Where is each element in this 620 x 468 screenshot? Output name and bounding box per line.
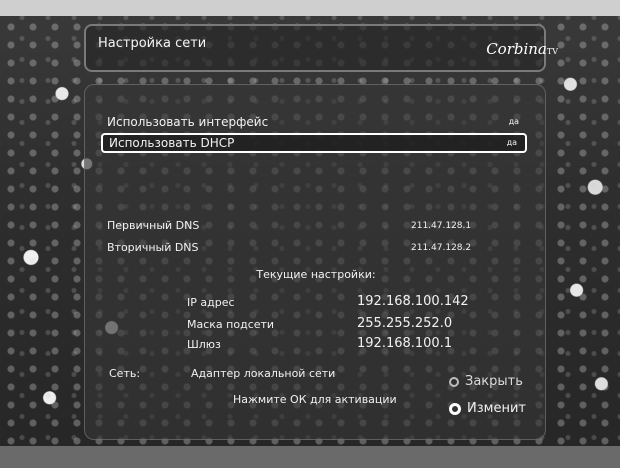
setting-label: Использовать DHCP (109, 136, 235, 150)
network-label: Сеть: (109, 367, 141, 380)
activation-hint: Нажмите ОК для активации (233, 393, 397, 406)
brand-logo: CorbinaTV (486, 40, 558, 58)
info-key: IP адрес (187, 296, 235, 309)
setting-label: Использовать интерфейс (107, 115, 269, 129)
bottom-strip (0, 446, 620, 468)
setting-use-interface[interactable]: Использовать интерфейс да (101, 113, 527, 131)
logo-text: Corbina (486, 40, 547, 58)
dns-value: 211.47.128.1 (411, 221, 472, 231)
radio-selected-icon (449, 402, 461, 415)
setting-primary-dns[interactable]: Первичный DNS 211.47.128.1 (101, 218, 527, 234)
network-row: Сеть: Адаптер локальной сети (109, 367, 335, 380)
info-key: Маска подсети (187, 318, 275, 331)
info-value: 192.168.100.142 (357, 294, 469, 309)
network-adapter: Адаптер локальной сети (191, 367, 336, 380)
dns-label: Вторичный DNS (107, 241, 199, 254)
change-label: Изменит (467, 401, 526, 416)
current-settings-title: Текущие настройки: (256, 268, 376, 281)
page-title: Настройка сети (98, 36, 207, 51)
change-button[interactable]: Изменит (449, 401, 526, 416)
info-value: 255.255.252.0 (357, 316, 453, 331)
info-row-gateway: Шлюз 192.168.100.1 (85, 336, 547, 354)
close-label: Закрыть (465, 374, 523, 389)
setting-value: да (508, 117, 519, 126)
info-row-ip: IP адрес 192.168.100.142 (85, 294, 547, 312)
dns-label: Первичный DNS (107, 219, 200, 232)
info-row-mask: Маска подсети 255.255.252.0 (85, 316, 547, 334)
close-button[interactable]: Закрыть (449, 374, 523, 389)
settings-panel: Использовать интерфейс да Использовать D… (84, 84, 546, 440)
setting-secondary-dns[interactable]: Вторичный DNS 211.47.128.2 (101, 240, 527, 256)
setting-use-dhcp[interactable]: Использовать DHCP да (101, 133, 527, 153)
logo-suffix: TV (546, 47, 558, 56)
info-key: Шлюз (187, 338, 221, 351)
setting-value: да (506, 138, 517, 147)
title-bar: Настройка сети CorbinaTV (84, 24, 558, 72)
dns-value: 211.47.128.2 (411, 243, 472, 253)
info-value: 192.168.100.1 (357, 336, 453, 351)
radio-icon (449, 376, 459, 387)
